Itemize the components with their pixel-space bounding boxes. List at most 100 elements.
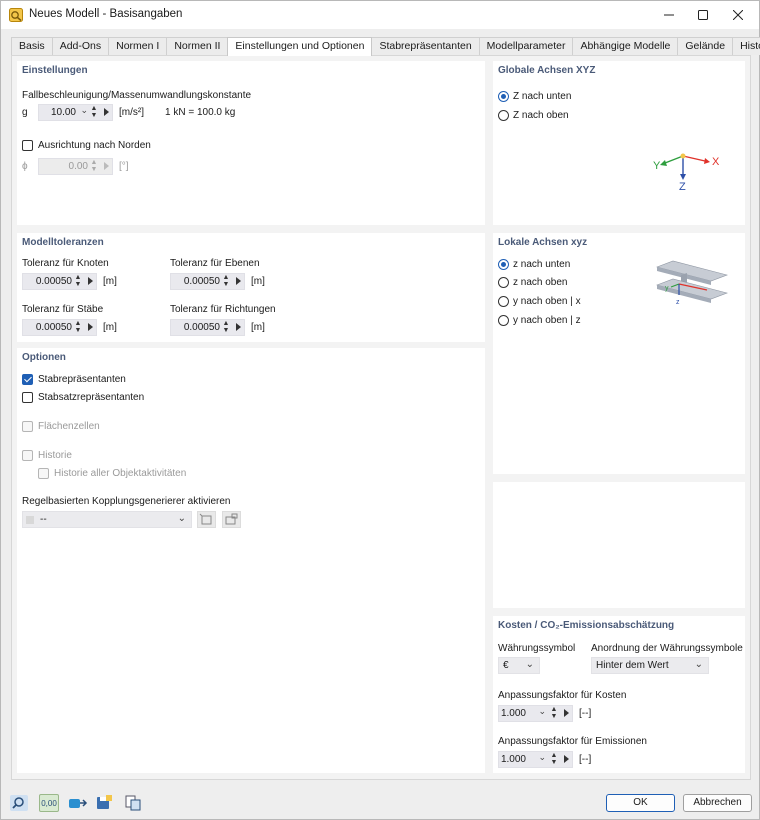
close-icon [733,10,743,20]
kopplung-value: -- [40,514,47,525]
kosten-title: Kosten / CO₂-Emissionsabschätzung [498,620,675,631]
radio-local-y-up-x[interactable] [498,296,509,307]
empty-panel [493,482,745,608]
search-icon [10,795,28,811]
chevron-down-icon[interactable]: ⌄ [538,752,546,763]
units-button[interactable]: 0,00 [39,794,59,812]
play-icon[interactable] [88,277,93,285]
tab-einstellungen-optionen[interactable]: Einstellungen und Optionen [227,37,373,56]
close-button[interactable] [721,1,755,29]
spin-arrows-icon[interactable]: ▲ ▼ [222,320,230,334]
waehrung-label: Währungssymbol [498,643,576,654]
radio-local-z-up[interactable] [498,277,509,288]
radio-local-z-down-label: z nach unten [513,259,571,270]
radio-z-down[interactable] [498,91,509,102]
historie-alle-checkbox[interactable] [38,468,49,479]
local-axes-panel: Lokale Achsen xyz z nach unten z nach ob… [493,233,745,474]
play-icon[interactable] [564,755,569,763]
spin-arrows-icon[interactable]: ▲ ▼ [90,105,98,119]
anordnung-select[interactable]: Hinter dem Wert ⌄ [591,657,709,674]
g-value-spinner[interactable]: 10.00 ⌄ ▲ ▼ [38,104,113,121]
stabsatz-checkbox[interactable] [22,392,33,403]
global-axes-title: Globale Achsen XYZ [498,65,596,76]
kopplung-select[interactable]: -- ⌄ [22,511,192,528]
radio-local-y-up-z[interactable] [498,315,509,326]
minimize-button[interactable] [652,1,686,29]
north-label: Ausrichtung nach Norden [38,140,151,151]
optionen-title: Optionen [22,352,66,363]
window-title: Neues Modell - Basisangaben [29,8,183,20]
new-rule-button[interactable] [197,511,216,528]
copy-icon [125,795,141,811]
play-icon[interactable] [564,709,569,717]
knoten-spinner[interactable]: 0.00050 ▲ ▼ [22,273,97,290]
play-icon[interactable] [236,277,241,285]
save-button[interactable] [94,794,114,812]
tab-normen-1[interactable]: Normen I [108,37,168,55]
play-icon[interactable] [104,108,109,116]
play-icon[interactable] [236,323,241,331]
maximize-button[interactable] [686,1,720,29]
tab-historie[interactable]: Historie [732,37,760,55]
gravity-label: Fallbeschleunigung/Massenumwandlungskons… [22,90,252,101]
load-button[interactable] [68,794,88,812]
radio-z-down-label: Z nach unten [513,91,572,102]
ok-button[interactable]: OK [606,794,675,812]
richtungen-spinner[interactable]: 0.00050 ▲ ▼ [170,319,245,336]
search-button[interactable] [9,794,29,812]
emission-faktor-label: Anpassungsfaktor für Emissionen [498,736,647,747]
axis-x-label: X [712,156,720,168]
local-axes-title: Lokale Achsen xyz [498,237,588,248]
g-unit: [m/s²] [119,107,144,118]
tab-normen-2[interactable]: Normen II [166,37,229,55]
title-bar: Neues Modell - Basisangaben [1,1,759,29]
north-checkbox[interactable] [22,140,33,151]
tab-basis[interactable]: Basis [11,37,53,55]
tab-abhaengige-modelle[interactable]: Abhängige Modelle [572,37,679,55]
chevron-down-icon: ⌄ [525,659,534,670]
radio-z-up[interactable] [498,110,509,121]
spin-arrows-icon[interactable]: ▲ ▼ [74,320,82,334]
spin-arrows-icon[interactable]: ▲ ▼ [550,706,558,720]
tab-modellparameter[interactable]: Modellparameter [478,37,574,55]
units-icon: 0,00 [41,798,57,808]
historie-alle-label: Historie aller Objektaktivitäten [54,468,187,479]
spin-arrows-icon[interactable]: ▲ ▼ [550,752,558,766]
minimize-icon [664,14,674,16]
spin-arrows-icon[interactable]: ▲ ▼ [222,274,230,288]
kopplung-label: Regelbasierten Kopplungsgenerierer aktiv… [22,496,231,507]
g-symbol: g [22,107,28,118]
copy-button[interactable] [123,794,143,812]
kosten-faktor-unit: [--] [579,708,592,719]
cancel-button[interactable]: Abbrechen [683,794,752,812]
toleranzen-panel: Modelltoleranzen Toleranz für Knoten 0.0… [17,233,485,342]
tab-add-ons[interactable]: Add-Ons [51,37,110,55]
play-icon[interactable] [88,323,93,331]
ebenen-label: Toleranz für Ebenen [170,258,260,269]
tab-stabrepraesentanten[interactable]: Stabrepräsentanten [371,37,480,55]
radio-local-z-down[interactable] [498,259,509,270]
historie-checkbox[interactable] [22,450,33,461]
waehrung-select[interactable]: € ⌄ [498,657,540,674]
emission-faktor-spinner[interactable]: 1.000 ⌄ ▲ ▼ [498,751,573,768]
local-axis-z-label: z [676,299,680,306]
spin-arrows-icon[interactable]: ▲ ▼ [74,274,82,288]
app-icon [9,8,23,22]
flaechen-checkbox[interactable] [22,421,33,432]
stabrep-checkbox[interactable] [22,374,33,385]
tab-gelaende[interactable]: Gelände [677,37,734,55]
kosten-panel: Kosten / CO₂-Emissionsabschätzung Währun… [493,616,745,773]
edit-rule-button[interactable] [222,511,241,528]
ebenen-spinner[interactable]: 0.00050 ▲ ▼ [170,273,245,290]
chevron-down-icon[interactable]: ⌄ [80,105,88,116]
historie-label: Historie [38,450,72,461]
chevron-down-icon[interactable]: ⌄ [538,706,546,717]
kosten-faktor-spinner[interactable]: 1.000 ⌄ ▲ ▼ [498,705,573,722]
stabsatz-label: Stabsatzrepräsentanten [38,392,145,403]
tab-bar: Basis Add-Ons Normen I Normen II Einstel… [11,37,760,56]
phi-spinner[interactable]: 0.00 ▲ ▼ [38,158,113,175]
staebe-spinner[interactable]: 0.00050 ▲ ▼ [22,319,97,336]
kosten-faktor-label: Anpassungsfaktor für Kosten [498,690,627,701]
local-axis-y-label: y [665,285,669,292]
radio-local-y-up-z-label: y nach oben | z [513,315,581,326]
